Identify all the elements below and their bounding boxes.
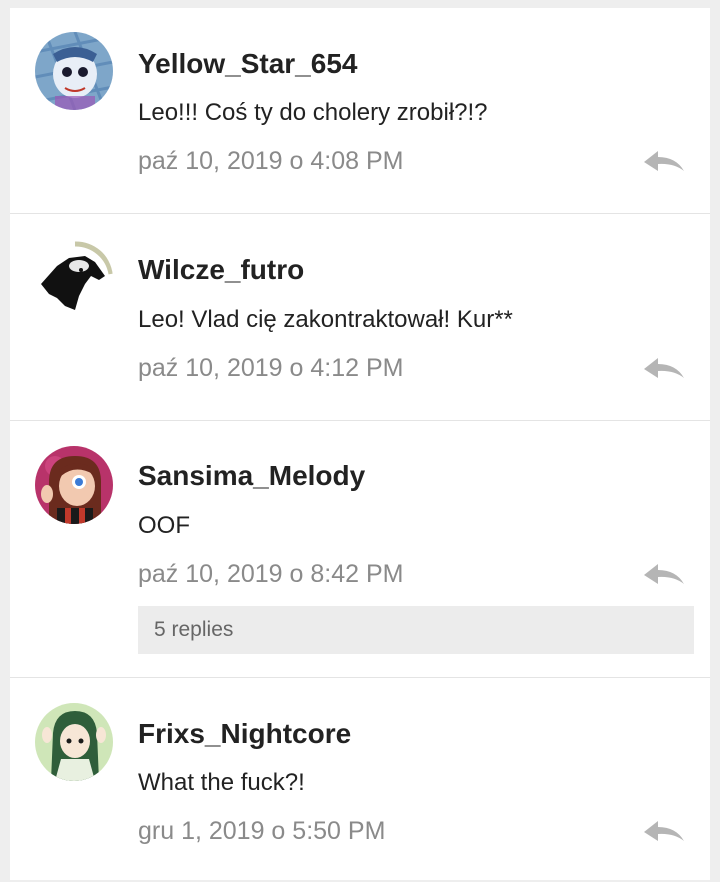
avatar-drawing-icon bbox=[35, 32, 113, 110]
comment-item: Yellow_Star_654 Leo!!! Coś ty do cholery… bbox=[10, 8, 710, 214]
comment-date: gru 1, 2019 o 5:50 PM bbox=[138, 817, 386, 845]
comment-username[interactable]: Sansima_Melody bbox=[138, 460, 365, 492]
comment-username[interactable]: Frixs_Nightcore bbox=[138, 718, 351, 750]
anime-avatar-icon bbox=[35, 703, 113, 781]
comments-list: Yellow_Star_654 Leo!!! Coś ty do cholery… bbox=[10, 8, 710, 880]
reply-icon[interactable] bbox=[642, 562, 686, 586]
avatar[interactable] bbox=[35, 446, 113, 524]
comment-text: Leo!!! Coś ty do cholery zrobił?!? bbox=[138, 99, 488, 126]
avatar[interactable] bbox=[35, 240, 113, 318]
comment-date: paź 10, 2019 o 4:12 PM bbox=[138, 354, 404, 382]
comment-item: Sansima_Melody OOF paź 10, 2019 o 8:42 P… bbox=[10, 421, 710, 678]
comment-date: paź 10, 2019 o 8:42 PM bbox=[138, 560, 404, 588]
comment-username[interactable]: Yellow_Star_654 bbox=[138, 48, 357, 80]
comment-text: OOF bbox=[138, 512, 190, 539]
comment-text: What the fuck?! bbox=[138, 769, 305, 796]
avatar[interactable] bbox=[35, 32, 113, 110]
view-replies-button[interactable]: 5 replies bbox=[138, 606, 694, 654]
comment-item: Frixs_Nightcore What the fuck?! gru 1, 2… bbox=[10, 678, 710, 882]
girl-avatar-icon bbox=[35, 446, 113, 524]
comment-date: paź 10, 2019 o 4:08 PM bbox=[138, 147, 404, 175]
avatar[interactable] bbox=[35, 703, 113, 781]
comment-item: Wilcze_futro Leo! Vlad cię zakontraktowa… bbox=[10, 214, 710, 421]
comment-text: Leo! Vlad cię zakontraktował! Kur** bbox=[138, 306, 513, 333]
comment-username[interactable]: Wilcze_futro bbox=[138, 254, 304, 286]
reply-icon[interactable] bbox=[642, 356, 686, 380]
reply-icon[interactable] bbox=[642, 819, 686, 843]
wolf-avatar-icon bbox=[35, 240, 113, 318]
reply-icon[interactable] bbox=[642, 149, 686, 173]
